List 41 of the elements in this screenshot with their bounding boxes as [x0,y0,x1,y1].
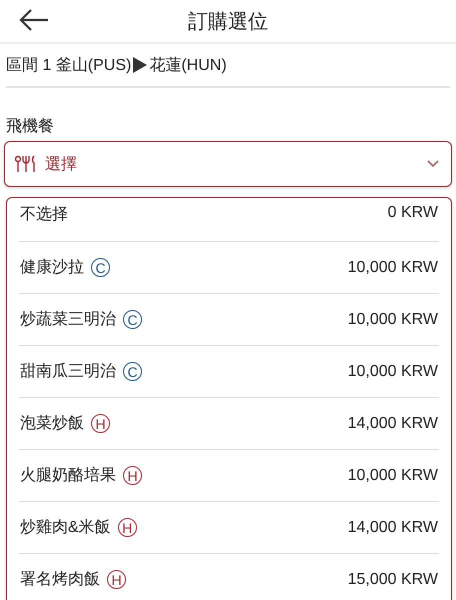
meal-type-badge: H [91,414,110,433]
page-title: 訂購選位 [188,10,268,34]
meal-price: 15,000 KRW [348,570,438,588]
cutlery-icon [15,155,37,173]
meal-name: 泡菜炒飯 [20,414,84,434]
meal-option[interactable]: 不选择 0 KRW [19,198,439,241]
route-origin: 區間 1 釜山(PUS) [6,56,132,76]
meal-price: 10,000 KRW [348,310,438,328]
meal-price: 14,000 KRW [348,414,438,432]
meal-price: 10,000 KRW [348,258,438,276]
chevron-down-icon [427,160,439,168]
meal-option[interactable]: 炒蔬菜三明治 C 10,000 KRW [19,293,439,345]
meal-price: 0 KRW [388,204,438,222]
meal-name: 甜南瓜三明治 [20,362,116,382]
meal-type-badge: C [123,310,142,329]
meal-price: 14,000 KRW [348,518,438,536]
field-label: 飛機餐 [6,116,55,137]
meal-type-badge: H [123,466,142,485]
meal-name: 火腿奶酪培果 [20,466,116,486]
route-destination: 花蓮(HUN) [149,56,227,76]
meal-dropdown[interactable]: 選擇 [4,141,452,187]
meal-price: 10,000 KRW [348,466,438,484]
meal-name: 炒蔬菜三明治 [20,310,116,330]
meal-option[interactable]: 健康沙拉 C 10,000 KRW [19,241,439,293]
meal-name: 炒雞肉&米飯 [20,518,111,538]
meal-type-badge: H [118,518,137,537]
meal-option[interactable]: 火腿奶酪培果 H 10,000 KRW [19,449,439,501]
meal-type-badge: C [91,258,110,277]
meal-type-badge: H [107,570,126,589]
meal-option[interactable]: 甜南瓜三明治 C 10,000 KRW [19,345,439,397]
meal-price: 10,000 KRW [348,362,438,380]
play-triangle-icon [133,57,148,73]
meal-name: 不选择 [20,204,68,225]
meal-option[interactable]: 署名烤肉飯 H 15,000 KRW [19,553,439,600]
meal-type-badge: C [123,362,142,381]
back-button[interactable] [18,8,50,32]
back-arrow-icon [18,8,50,32]
meal-name: 署名烤肉飯 [20,570,100,590]
meal-option[interactable]: 炒雞肉&米飯 H 14,000 KRW [19,501,439,553]
meal-name: 健康沙拉 [20,258,84,278]
meal-option[interactable]: 泡菜炒飯 H 14,000 KRW [19,397,439,449]
